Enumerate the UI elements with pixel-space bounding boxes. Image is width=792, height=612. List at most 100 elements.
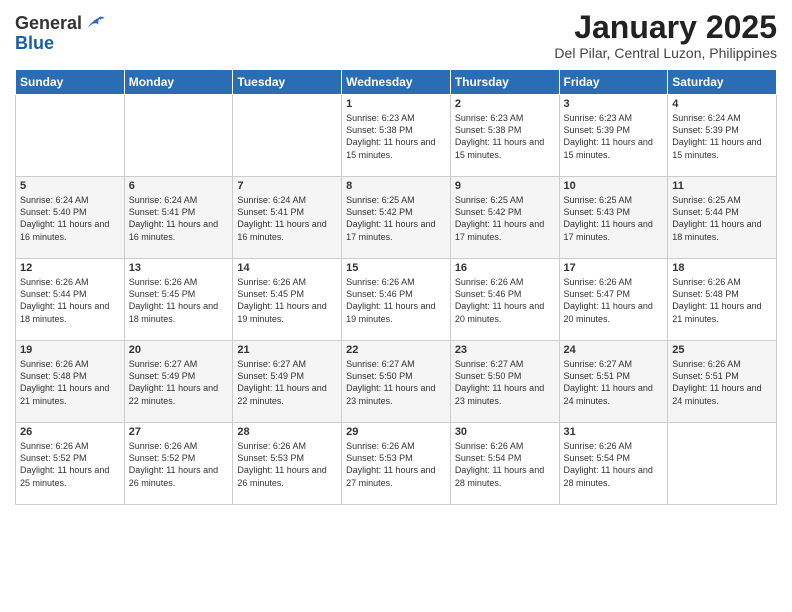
calendar-cell: 7Sunrise: 6:24 AMSunset: 5:41 PMDaylight… xyxy=(233,177,342,259)
cell-info: Sunrise: 6:23 AMSunset: 5:38 PMDaylight:… xyxy=(455,112,555,161)
header-tuesday: Tuesday xyxy=(233,70,342,95)
calendar-cell: 15 Sunrise: 6:26 AMSunset: 5:46 PMDayligh… xyxy=(342,259,451,341)
calendar-cell: 27 Sunrise: 6:26 AMSunset: 5:52 PMDayligh… xyxy=(124,423,233,505)
cell-info: Sunrise: 6:26 AMSunset: 5:48 PMDaylight:… xyxy=(20,358,120,407)
cell-info: Sunrise: 6:26 AMSunset: 5:54 PMDaylight:… xyxy=(564,440,664,489)
calendar-week-row: 1 Sunrise: 6:23 AMSunset: 5:38 PMDaylight… xyxy=(16,95,777,177)
day-number: 11 xyxy=(672,180,772,192)
cell-info: Sunrise: 6:26 AMSunset: 5:52 PMDaylight:… xyxy=(20,440,120,489)
cell-info: Sunrise: 6:25 AMSunset: 5:42 PMDaylight:… xyxy=(346,194,446,243)
calendar-cell: 20 Sunrise: 6:27 AMSunset: 5:49 PMDayligh… xyxy=(124,341,233,423)
day-number: 3 xyxy=(564,98,664,110)
calendar-cell: 3 Sunrise: 6:23 AMSunset: 5:39 PMDaylight… xyxy=(559,95,668,177)
weekday-header-row: Sunday Monday Tuesday Wednesday Thursday… xyxy=(16,70,777,95)
day-number: 27 xyxy=(129,426,229,438)
calendar-cell: 2 Sunrise: 6:23 AMSunset: 5:38 PMDaylight… xyxy=(450,95,559,177)
header-sunday: Sunday xyxy=(16,70,125,95)
cell-info: Sunrise: 6:26 AMSunset: 5:51 PMDaylight:… xyxy=(672,358,772,407)
day-number: 28 xyxy=(237,426,337,438)
cell-info: Sunrise: 6:26 AMSunset: 5:46 PMDaylight:… xyxy=(346,276,446,325)
page: General Blue January 2025 Del Pilar, Cen… xyxy=(0,0,792,612)
location-text: Del Pilar, Central Luzon, Philippines xyxy=(554,45,777,61)
day-number: 1 xyxy=(346,98,446,110)
cell-info: Sunrise: 6:26 AMSunset: 5:53 PMDaylight:… xyxy=(346,440,446,489)
calendar-cell: 23 Sunrise: 6:27 AMSunset: 5:50 PMDayligh… xyxy=(450,341,559,423)
logo-general-text: General xyxy=(15,14,82,34)
day-number: 23 xyxy=(455,344,555,356)
cell-info: Sunrise: 6:26 AMSunset: 5:45 PMDaylight:… xyxy=(237,276,337,325)
calendar-cell: 9 Sunrise: 6:25 AMSunset: 5:42 PMDaylight… xyxy=(450,177,559,259)
day-number: 21 xyxy=(237,344,337,356)
day-number: 12 xyxy=(20,262,120,274)
cell-info: Sunrise: 6:26 AMSunset: 5:44 PMDaylight:… xyxy=(20,276,120,325)
cell-info: Sunrise: 6:23 AMSunset: 5:39 PMDaylight:… xyxy=(564,112,664,161)
calendar-cell: 19 Sunrise: 6:26 AMSunset: 5:48 PMDayligh… xyxy=(16,341,125,423)
calendar-cell: 4Sunrise: 6:24 AMSunset: 5:39 PMDaylight… xyxy=(668,95,777,177)
logo-blue-text: Blue xyxy=(15,34,106,54)
day-number: 2 xyxy=(455,98,555,110)
calendar-cell: 13 Sunrise: 6:26 AMSunset: 5:45 PMDayligh… xyxy=(124,259,233,341)
day-number: 19 xyxy=(20,344,120,356)
cell-info: Sunrise: 6:26 AMSunset: 5:45 PMDaylight:… xyxy=(129,276,229,325)
day-number: 8 xyxy=(346,180,446,192)
header-thursday: Thursday xyxy=(450,70,559,95)
cell-info: Sunrise: 6:25 AMSunset: 5:44 PMDaylight:… xyxy=(672,194,772,243)
day-number: 6 xyxy=(129,180,229,192)
calendar-table: Sunday Monday Tuesday Wednesday Thursday… xyxy=(15,69,777,505)
day-number: 10 xyxy=(564,180,664,192)
calendar-week-row: 26Sunrise: 6:26 AMSunset: 5:52 PMDayligh… xyxy=(16,423,777,505)
cell-info: Sunrise: 6:27 AMSunset: 5:51 PMDaylight:… xyxy=(564,358,664,407)
cell-info: Sunrise: 6:26 AMSunset: 5:52 PMDaylight:… xyxy=(129,440,229,489)
calendar-week-row: 19 Sunrise: 6:26 AMSunset: 5:48 PMDayligh… xyxy=(16,341,777,423)
cell-info: Sunrise: 6:26 AMSunset: 5:53 PMDaylight:… xyxy=(237,440,337,489)
cell-info: Sunrise: 6:24 AMSunset: 5:41 PMDaylight:… xyxy=(129,194,229,243)
cell-info: Sunrise: 6:26 AMSunset: 5:47 PMDaylight:… xyxy=(564,276,664,325)
day-number: 31 xyxy=(564,426,664,438)
day-number: 15 xyxy=(346,262,446,274)
calendar-cell: 8 Sunrise: 6:25 AMSunset: 5:42 PMDaylight… xyxy=(342,177,451,259)
cell-info: Sunrise: 6:27 AMSunset: 5:50 PMDaylight:… xyxy=(455,358,555,407)
cell-info: Sunrise: 6:25 AMSunset: 5:43 PMDaylight:… xyxy=(564,194,664,243)
calendar-week-row: 5Sunrise: 6:24 AMSunset: 5:40 PMDaylight… xyxy=(16,177,777,259)
calendar-cell: 17Sunrise: 6:26 AMSunset: 5:47 PMDayligh… xyxy=(559,259,668,341)
calendar-cell: 29Sunrise: 6:26 AMSunset: 5:53 PMDayligh… xyxy=(342,423,451,505)
header-monday: Monday xyxy=(124,70,233,95)
header-saturday: Saturday xyxy=(668,70,777,95)
calendar-cell: 18Sunrise: 6:26 AMSunset: 5:48 PMDayligh… xyxy=(668,259,777,341)
cell-info: Sunrise: 6:27 AMSunset: 5:49 PMDaylight:… xyxy=(129,358,229,407)
calendar-cell: 10 Sunrise: 6:25 AMSunset: 5:43 PMDayligh… xyxy=(559,177,668,259)
calendar-cell: 1Sunrise: 6:23 AMSunset: 5:38 PMDaylight… xyxy=(342,95,451,177)
calendar-cell: 26Sunrise: 6:26 AMSunset: 5:52 PMDayligh… xyxy=(16,423,125,505)
calendar-cell: 16 Sunrise: 6:26 AMSunset: 5:46 PMDayligh… xyxy=(450,259,559,341)
day-number: 9 xyxy=(455,180,555,192)
calendar-cell xyxy=(16,95,125,177)
header: General Blue January 2025 Del Pilar, Cen… xyxy=(15,10,777,61)
calendar-cell: 31 Sunrise: 6:26 AMSunset: 5:54 PMDayligh… xyxy=(559,423,668,505)
day-number: 24 xyxy=(564,344,664,356)
day-number: 16 xyxy=(455,262,555,274)
day-number: 30 xyxy=(455,426,555,438)
title-block: January 2025 Del Pilar, Central Luzon, P… xyxy=(554,10,777,61)
day-number: 5 xyxy=(20,180,120,192)
day-number: 13 xyxy=(129,262,229,274)
calendar-cell xyxy=(124,95,233,177)
day-number: 18 xyxy=(672,262,772,274)
cell-info: Sunrise: 6:25 AMSunset: 5:42 PMDaylight:… xyxy=(455,194,555,243)
calendar-cell: 11 Sunrise: 6:25 AMSunset: 5:44 PMDayligh… xyxy=(668,177,777,259)
day-number: 25 xyxy=(672,344,772,356)
header-wednesday: Wednesday xyxy=(342,70,451,95)
header-friday: Friday xyxy=(559,70,668,95)
calendar-cell xyxy=(668,423,777,505)
calendar-cell: 12 Sunrise: 6:26 AMSunset: 5:44 PMDayligh… xyxy=(16,259,125,341)
calendar-cell: 14Sunrise: 6:26 AMSunset: 5:45 PMDayligh… xyxy=(233,259,342,341)
cell-info: Sunrise: 6:26 AMSunset: 5:46 PMDaylight:… xyxy=(455,276,555,325)
calendar-cell: 24 Sunrise: 6:27 AMSunset: 5:51 PMDayligh… xyxy=(559,341,668,423)
calendar-cell: 5Sunrise: 6:24 AMSunset: 5:40 PMDaylight… xyxy=(16,177,125,259)
cell-info: Sunrise: 6:26 AMSunset: 5:54 PMDaylight:… xyxy=(455,440,555,489)
logo: General Blue xyxy=(15,14,106,54)
cell-info: Sunrise: 6:27 AMSunset: 5:49 PMDaylight:… xyxy=(237,358,337,407)
logo-bird-icon xyxy=(84,12,106,34)
day-number: 20 xyxy=(129,344,229,356)
day-number: 7 xyxy=(237,180,337,192)
calendar-cell: 21 Sunrise: 6:27 AMSunset: 5:49 PMDayligh… xyxy=(233,341,342,423)
